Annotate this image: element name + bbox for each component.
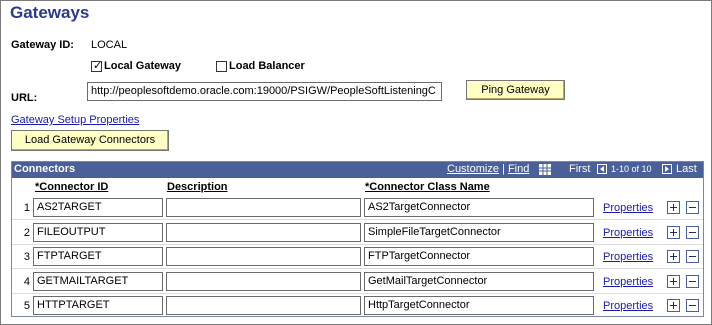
gateway-id-label: Gateway ID:	[11, 39, 74, 51]
column-header-connector-id[interactable]: *Connector ID	[35, 181, 108, 193]
properties-link[interactable]: Properties	[603, 227, 653, 239]
row-divider	[12, 219, 703, 220]
description-input[interactable]	[166, 296, 361, 315]
add-row-button[interactable]	[667, 225, 680, 239]
checkmark-icon: ✓	[93, 60, 103, 72]
connector-id-input[interactable]: FTPTARGET	[33, 247, 163, 266]
row-number: 2	[23, 226, 30, 239]
description-input[interactable]	[166, 271, 361, 291]
add-row-button[interactable]	[667, 201, 680, 214]
properties-link[interactable]: Properties	[603, 202, 653, 214]
description-input[interactable]	[166, 198, 361, 217]
last-label: Last	[676, 163, 697, 175]
load-balancer-checkbox[interactable]	[216, 61, 227, 72]
nav-separator: |	[502, 163, 505, 175]
delete-row-button[interactable]	[686, 250, 699, 263]
connectors-grid: Connectors Customize | Find First 1-10 o…	[11, 161, 704, 317]
properties-link[interactable]: Properties	[603, 276, 653, 288]
properties-link[interactable]: Properties	[603, 300, 653, 312]
connector-id-input[interactable]: AS2TARGET	[33, 198, 163, 217]
next-page-icon[interactable]	[662, 164, 672, 174]
column-header-class-name[interactable]: *Connector Class Name	[365, 181, 490, 193]
first-label: First	[569, 163, 591, 175]
previous-page-icon[interactable]	[597, 164, 607, 174]
load-balancer-label: Load Balancer	[229, 60, 305, 72]
row-divider	[12, 268, 703, 269]
ping-gateway-button[interactable]: Ping Gateway	[466, 80, 565, 100]
delete-row-button[interactable]	[686, 299, 699, 312]
download-grid-icon[interactable]	[539, 164, 551, 175]
row-divider	[12, 292, 703, 294]
connector-class-input[interactable]: HttpTargetConnector	[364, 296, 594, 315]
customize-link[interactable]: Customize	[447, 163, 499, 175]
grid-header: Connectors Customize | Find First 1-10 o…	[12, 162, 703, 178]
local-gateway-label: Local Gateway	[104, 60, 182, 72]
delete-row-button[interactable]	[686, 274, 699, 288]
gateway-setup-properties-link[interactable]: Gateway Setup Properties	[11, 114, 139, 126]
connector-id-input[interactable]: HTTPTARGET	[33, 296, 163, 315]
column-header-description[interactable]: Description	[167, 181, 228, 193]
row-number: 5	[23, 300, 30, 312]
connector-class-input[interactable]: GetMailTargetConnector	[364, 271, 594, 291]
local-gateway-checkbox[interactable]: ✓	[91, 60, 103, 72]
add-row-button[interactable]	[667, 299, 680, 312]
row-range: 1-10 of 10	[611, 164, 652, 174]
properties-link[interactable]: Properties	[603, 251, 653, 263]
url-input[interactable]: http://peoplesoftdemo.oracle.com:19000/P…	[87, 82, 442, 101]
delete-row-button[interactable]	[686, 225, 699, 239]
row-number: 1	[23, 202, 30, 214]
connector-class-input[interactable]: SimpleFileTargetConnector	[364, 222, 594, 242]
add-row-button[interactable]	[667, 250, 680, 263]
connector-class-input[interactable]: FTPTargetConnector	[364, 247, 594, 266]
add-row-button[interactable]	[667, 274, 680, 288]
connector-id-input[interactable]: GETMAILTARGET	[33, 271, 163, 291]
row-divider	[12, 243, 703, 245]
connector-class-input[interactable]: AS2TargetConnector	[364, 198, 594, 217]
row-number: 3	[23, 251, 30, 263]
page-title: Gateways	[10, 3, 90, 22]
description-input[interactable]	[166, 222, 361, 242]
description-input[interactable]	[166, 247, 361, 266]
row-number: 4	[23, 275, 30, 288]
grid-nav: Customize | Find	[447, 163, 529, 175]
gateway-id-value: LOCAL	[91, 39, 128, 51]
delete-row-button[interactable]	[686, 201, 699, 214]
find-link[interactable]: Find	[508, 163, 529, 175]
load-gateway-connectors-button[interactable]: Load Gateway Connectors	[11, 130, 169, 151]
connector-id-input[interactable]: FILEOUTPUT	[33, 222, 163, 242]
url-label: URL:	[11, 92, 38, 104]
grid-title: Connectors	[14, 163, 76, 175]
